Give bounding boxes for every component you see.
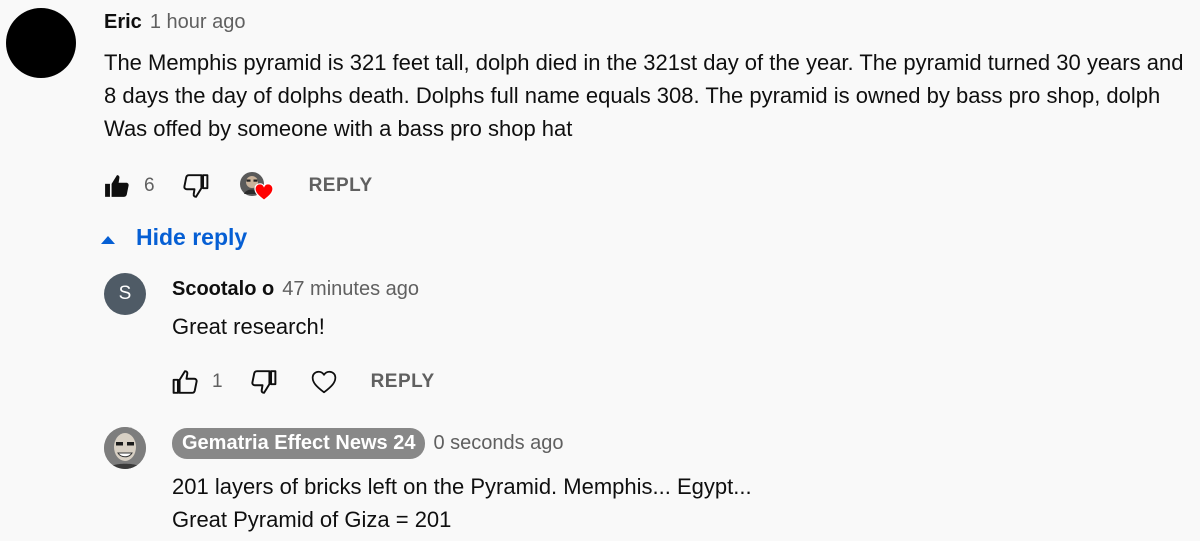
hide-reply-button[interactable]: Hide reply: [100, 224, 247, 251]
thumbs-down-icon[interactable]: [250, 369, 277, 395]
reply-header: Gematria Effect News 24 0 seconds ago: [172, 427, 564, 459]
reply-time[interactable]: 0 seconds ago: [433, 432, 563, 455]
like-count: 6: [144, 175, 155, 196]
comment-thread: Eric 1 hour ago The Memphis pyramid is 3…: [0, 0, 1200, 541]
reply-button[interactable]: REPLY: [371, 371, 435, 393]
comment-time[interactable]: 1 hour ago: [150, 11, 246, 34]
comment-author[interactable]: Eric: [104, 11, 142, 34]
comment-actions: 6 REPLY: [104, 171, 373, 201]
like-count: 1: [212, 371, 223, 392]
avatar[interactable]: [104, 427, 146, 469]
avatar[interactable]: [6, 8, 76, 78]
thumbs-up-filled-icon[interactable]: [104, 173, 130, 199]
creator-heart-avatar[interactable]: [239, 171, 275, 201]
avatar-letter: S: [118, 283, 132, 304]
channel-owner-badge[interactable]: Gematria Effect News 24: [172, 427, 426, 459]
reply-button[interactable]: REPLY: [309, 175, 373, 197]
reply-text-line: 201 layers of bricks left on the Pyramid…: [172, 474, 752, 499]
caret-up-icon: [100, 224, 116, 251]
heart-outline-icon[interactable]: [311, 369, 337, 395]
thumbs-up-icon[interactable]: [172, 369, 198, 395]
reply-text-line: Great Pyramid of Giza = 201: [172, 507, 452, 532]
reply-actions: 1 REPLY: [172, 367, 435, 397]
comment-text: The Memphis pyramid is 321 feet tall, do…: [104, 50, 1184, 141]
hide-reply-label: Hide reply: [136, 224, 248, 250]
avatar[interactable]: S: [104, 273, 146, 315]
comment-header: Eric 1 hour ago: [104, 11, 245, 37]
reply-header: Scootalo o 47 minutes ago: [172, 274, 419, 304]
reply-author[interactable]: Scootalo o: [172, 278, 274, 301]
thumbs-down-icon[interactable]: [182, 173, 209, 199]
reply-text: 201 layers of bricks left on the Pyramid…: [172, 470, 752, 536]
reply-text: Great research!: [172, 314, 325, 339]
reply-time[interactable]: 47 minutes ago: [282, 278, 419, 301]
